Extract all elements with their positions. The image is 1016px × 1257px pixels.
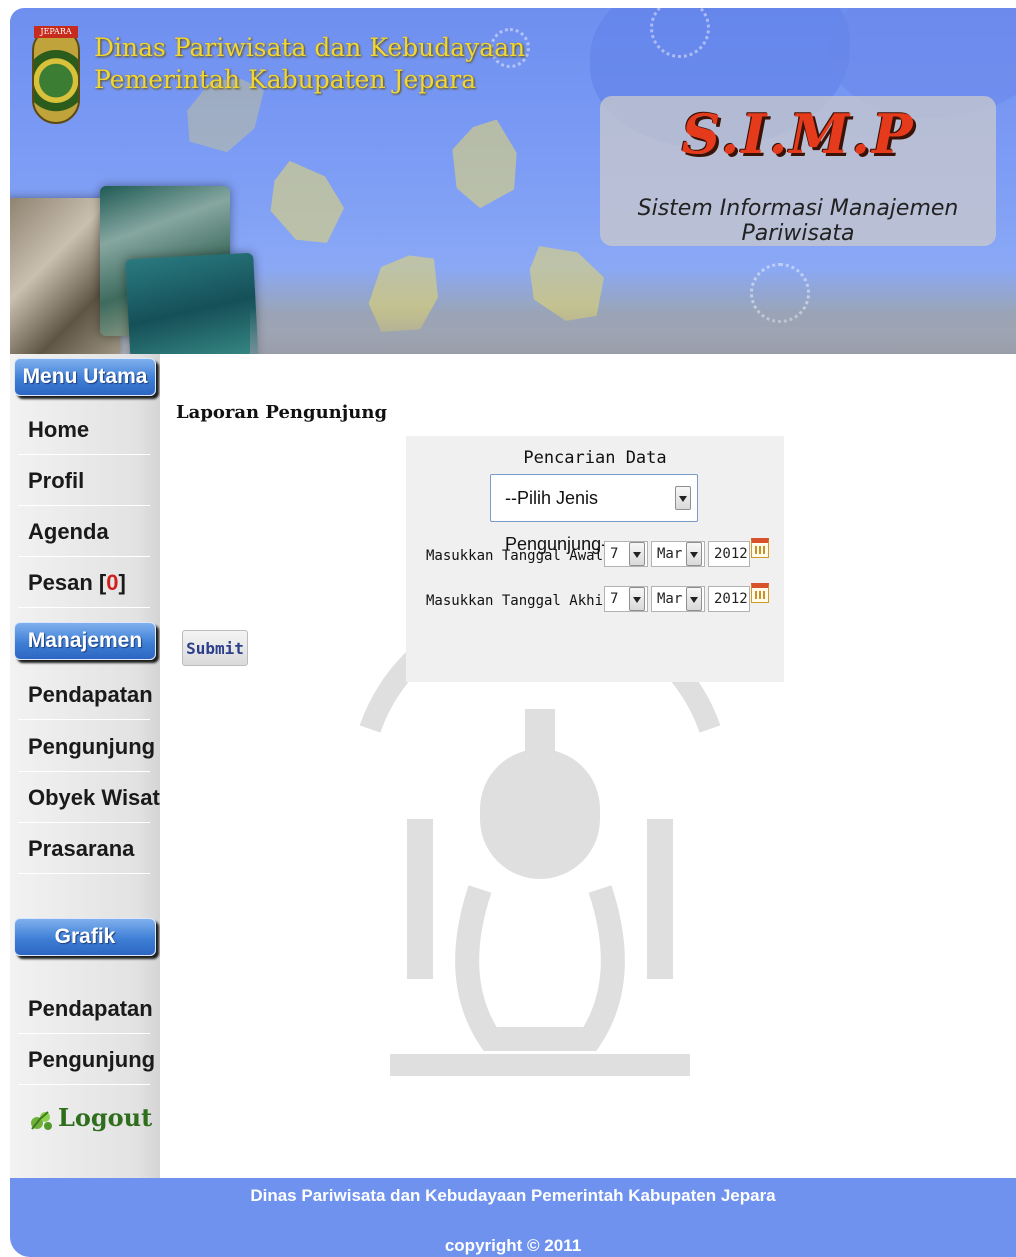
banner-base-shadow xyxy=(250,308,1016,354)
menu-section-grafik: Grafik xyxy=(14,918,156,956)
start-month-select[interactable]: Mar xyxy=(651,541,705,567)
logout-link[interactable]: Logout xyxy=(28,1098,152,1138)
site-footer: Dinas Pariwisata dan Kebudayaan Pemerint… xyxy=(10,1178,1016,1257)
chevron-down-icon[interactable] xyxy=(629,542,645,566)
search-panel: Pencarian Data --Pilih Jenis Pengunjung-… xyxy=(406,436,784,682)
menu-item-grafik-pendapatan[interactable]: Pendapatan xyxy=(18,983,153,1034)
jepara-emblem-logo xyxy=(32,28,80,124)
menu-item-pesan-label: Pesan [ xyxy=(28,570,107,595)
logout-icon xyxy=(31,1110,52,1130)
start-day-select[interactable]: 7 xyxy=(604,541,648,567)
menu-item-home[interactable]: Home xyxy=(18,404,150,455)
bg-leaf xyxy=(440,110,531,215)
chevron-down-icon[interactable] xyxy=(675,486,691,510)
organization-line-1: Dinas Pariwisata dan Kebudayaan xyxy=(94,33,526,62)
menu-section-main: Menu Utama xyxy=(14,358,156,396)
end-date-label: Masukkan Tanggal Akhir xyxy=(426,593,612,609)
footer-copyright: copyright © 2011 xyxy=(444,1236,582,1255)
menu-item-pendapatan[interactable]: Pendapatan xyxy=(18,669,153,720)
chevron-down-icon[interactable] xyxy=(686,587,702,611)
menu-item-pengunjung[interactable]: Pengunjung xyxy=(18,721,155,772)
menu-item-obyek-wisata[interactable]: Obyek Wisata xyxy=(18,772,172,823)
end-year-input[interactable]: 2012 xyxy=(708,586,750,612)
app-title-box: S.I.M.P Sistem Informasi Manajemen Pariw… xyxy=(600,96,996,246)
page-title: Laporan Pengunjung xyxy=(176,402,388,423)
end-month-select[interactable]: Mar xyxy=(651,586,705,612)
site-header-banner: JEPARA Dinas Pariwisata dan Kebudayaan P… xyxy=(10,8,1016,354)
calendar-icon[interactable] xyxy=(751,583,769,603)
end-day-value: 7 xyxy=(610,591,619,607)
end-day-select[interactable]: 7 xyxy=(604,586,648,612)
emblem-label: JEPARA xyxy=(34,26,78,38)
submit-button[interactable]: Submit xyxy=(182,630,248,666)
organization-line-2: Pemerintah Kabupaten Jepara xyxy=(94,65,477,94)
menu-item-profil[interactable]: Profil xyxy=(18,455,150,506)
menu-item-pesan[interactable]: Pesan [0] xyxy=(18,557,150,608)
logout-label: Logout xyxy=(58,1103,153,1132)
bg-leaf xyxy=(257,149,354,258)
main-content: Laporan Pengunjung Pencarian Data --Pili… xyxy=(160,354,1016,1178)
menu-item-agenda[interactable]: Agenda xyxy=(18,506,150,557)
chevron-down-icon[interactable] xyxy=(686,542,702,566)
calendar-icon[interactable] xyxy=(751,538,769,558)
visitor-type-select[interactable]: --Pilih Jenis Pengunjung-- xyxy=(490,474,698,554)
app-subtitle: Sistem Informasi Manajemen Pariwisata xyxy=(637,196,959,246)
organization-title: Dinas Pariwisata dan Kebudayaan Pemerint… xyxy=(94,32,525,96)
menu-item-prasarana[interactable]: Prasarana xyxy=(18,823,150,874)
message-count-badge: 0 xyxy=(106,570,119,595)
menu-section-manajemen: Manajemen xyxy=(14,622,156,660)
app-title: S.I.M.P xyxy=(681,102,915,166)
chevron-down-icon[interactable] xyxy=(629,587,645,611)
underwater-photo xyxy=(125,252,259,354)
visitor-type-select-value: --Pilih Jenis Pengunjung-- xyxy=(505,488,614,554)
start-month-value: Mar xyxy=(657,546,683,562)
menu-item-pesan-suffix: ] xyxy=(118,570,126,595)
start-year-input[interactable]: 2012 xyxy=(708,541,750,567)
menu-item-grafik-pengunjung[interactable]: Pengunjung xyxy=(18,1034,155,1085)
start-date-label: Masukkan Tanggal Awal xyxy=(426,548,604,564)
footer-organization: Dinas Pariwisata dan Kebudayaan Pemerint… xyxy=(250,1186,776,1205)
search-panel-title: Pencarian Data xyxy=(523,448,667,468)
sidebar-menu: Menu Utama Home Profil Agenda Pesan [0] … xyxy=(10,354,172,1178)
end-month-value: Mar xyxy=(657,591,683,607)
start-day-value: 7 xyxy=(610,546,619,562)
